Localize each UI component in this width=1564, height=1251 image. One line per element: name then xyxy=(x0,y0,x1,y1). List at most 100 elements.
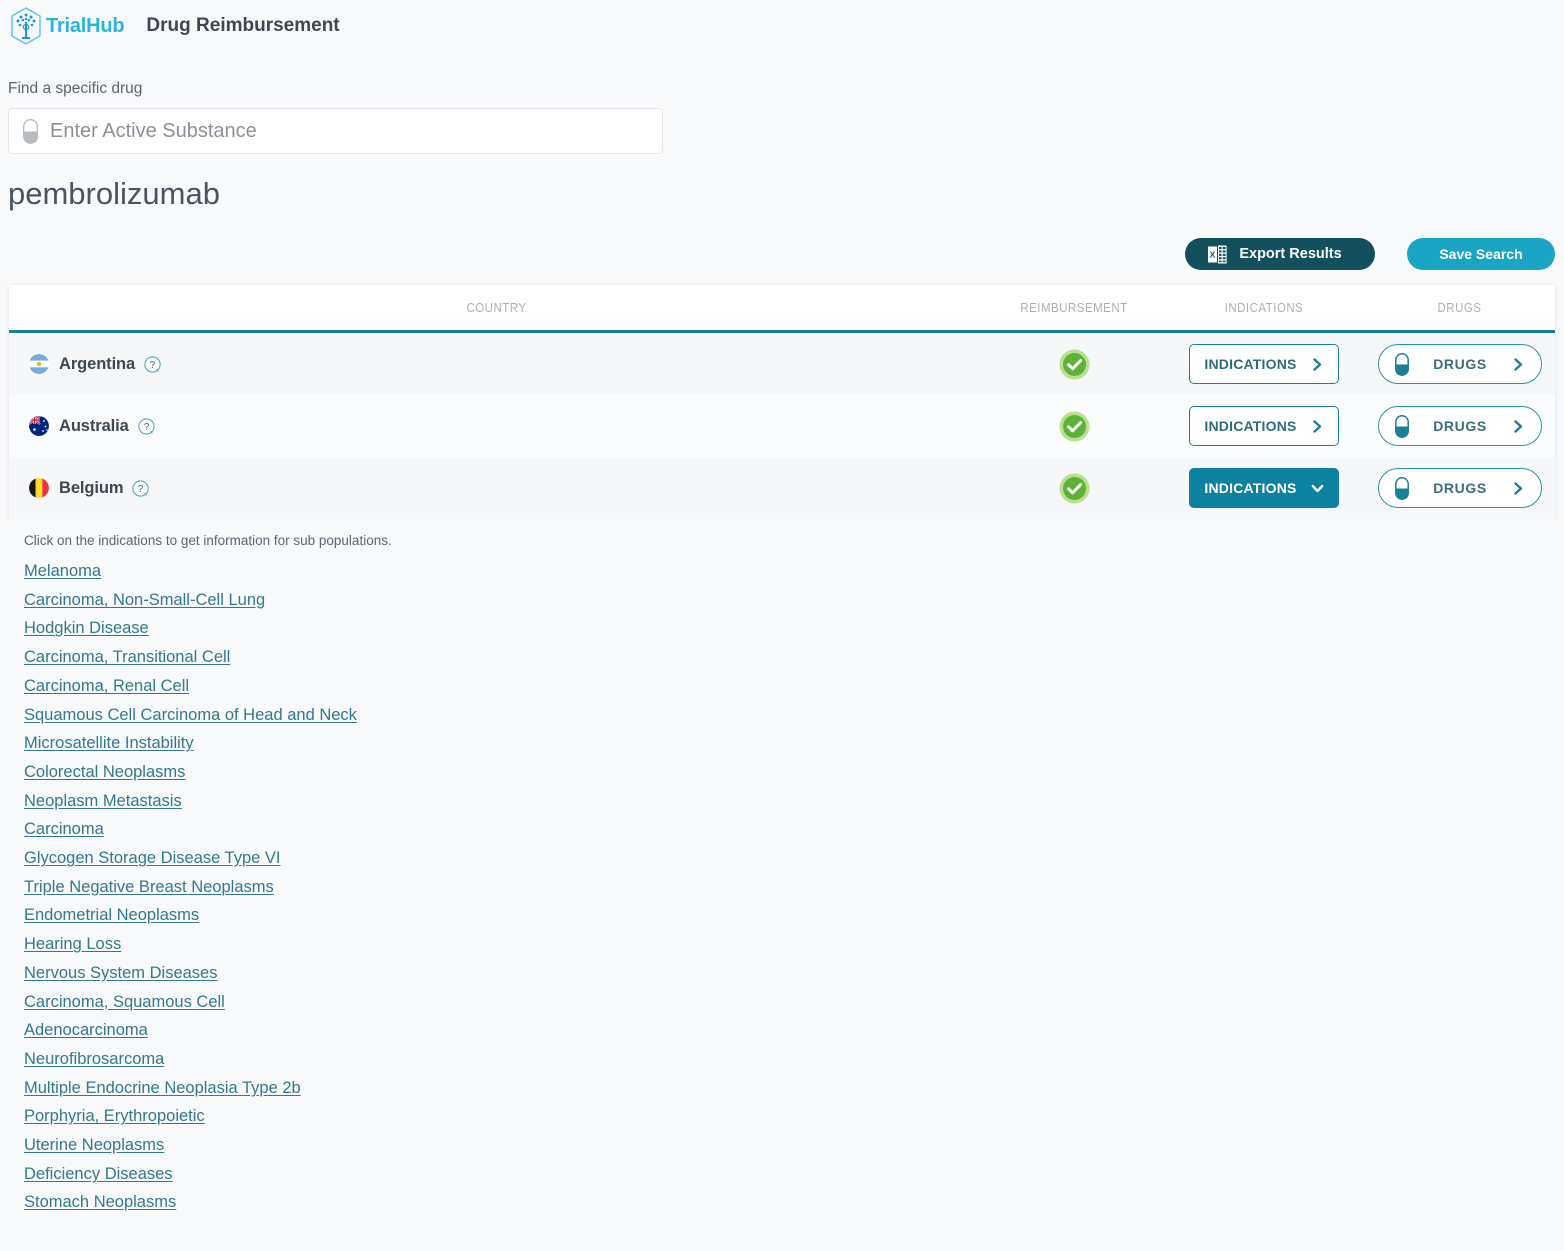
export-results-label: Export Results xyxy=(1239,246,1341,262)
svg-text:X: X xyxy=(1210,249,1216,259)
drugs-button[interactable]: DRUGS xyxy=(1378,344,1542,384)
indications-button[interactable]: INDICATIONS xyxy=(1189,406,1339,446)
pill-capsule-icon xyxy=(23,119,38,144)
list-item[interactable]: Deficiency Diseases xyxy=(24,1160,173,1189)
list-item[interactable]: Carcinoma, Non-Small-Cell Lung xyxy=(24,586,265,615)
indications-button[interactable]: INDICATIONS xyxy=(1189,344,1339,384)
search-label: Find a specific drug xyxy=(8,80,1564,98)
reimbursement-cell xyxy=(984,411,1164,442)
svg-text:?: ? xyxy=(143,422,149,433)
list-item[interactable]: Neoplasm Metastasis xyxy=(24,787,182,816)
list-item[interactable]: Porphyria, Erythropoietic xyxy=(24,1102,205,1131)
column-header-reimbursement: REIMBURSEMENT xyxy=(995,300,1153,315)
list-item[interactable]: Hearing Loss xyxy=(24,930,121,959)
list-item[interactable]: Hodgkin Disease xyxy=(24,614,149,643)
page-title: Drug Reimbursement xyxy=(146,15,339,37)
svg-text:?: ? xyxy=(138,484,144,495)
indications-button-label: INDICATIONS xyxy=(1204,480,1296,496)
flag-australia xyxy=(29,416,49,436)
app-header: TrialHub Drug Reimbursement xyxy=(0,0,1564,52)
indications-button-active[interactable]: INDICATIONS xyxy=(1189,468,1339,508)
chevron-down-icon xyxy=(1311,482,1324,495)
svg-text:?: ? xyxy=(150,360,156,371)
list-item[interactable]: Melanoma xyxy=(24,557,101,586)
indications-cell: INDICATIONS xyxy=(1164,344,1364,384)
trialhub-tree-hex-icon xyxy=(8,6,44,46)
drugs-button[interactable]: DRUGS xyxy=(1378,406,1542,446)
list-item[interactable]: Carcinoma, Transitional Cell xyxy=(24,643,230,672)
country-cell: Argentina ? xyxy=(9,354,984,374)
reimbursed-check-icon xyxy=(1059,411,1090,442)
pill-capsule-icon xyxy=(1395,353,1409,376)
list-item[interactable]: Triple Negative Breast Neoplasms xyxy=(24,873,274,902)
list-item[interactable]: Squamous Cell Carcinoma of Head and Neck xyxy=(24,701,357,730)
country-name: Belgium xyxy=(59,479,123,498)
question-mark-icon[interactable]: ? xyxy=(132,480,149,497)
excel-file-icon: X xyxy=(1208,245,1227,264)
table-header-row: COUNTRY REIMBURSEMENT INDICATIONS DRUGS xyxy=(9,285,1555,333)
list-item[interactable]: Uterine Neoplasms xyxy=(24,1131,164,1160)
reimbursement-cell xyxy=(984,473,1164,504)
question-mark-icon[interactable]: ? xyxy=(144,356,161,373)
country-cell: Belgium ? xyxy=(9,478,984,498)
table-row[interactable]: Argentina ? INDICATIONS xyxy=(9,333,1555,395)
drugs-cell: DRUGS xyxy=(1364,406,1555,446)
save-search-button[interactable]: Save Search xyxy=(1407,238,1555,270)
list-item[interactable]: Carcinoma, Squamous Cell xyxy=(24,988,225,1017)
indications-expanded-panel: Click on the indications to get informat… xyxy=(0,519,1564,1217)
brand-name: TrialHub xyxy=(46,15,124,38)
pill-capsule-icon xyxy=(1395,415,1409,438)
brand-logo[interactable]: TrialHub xyxy=(8,6,124,46)
list-item[interactable]: Glycogen Storage Disease Type VI xyxy=(24,844,281,873)
chevron-right-icon xyxy=(1311,420,1324,433)
drugs-cell: DRUGS xyxy=(1364,468,1555,508)
chevron-right-icon xyxy=(1512,420,1525,433)
list-item[interactable]: Multiple Endocrine Neoplasia Type 2b xyxy=(24,1074,301,1103)
indications-hint: Click on the indications to get informat… xyxy=(24,533,1564,548)
question-mark-icon[interactable]: ? xyxy=(138,418,155,435)
indications-button-label: INDICATIONS xyxy=(1204,418,1296,434)
indications-button-label: INDICATIONS xyxy=(1204,356,1296,372)
drugs-button-label: DRUGS xyxy=(1433,480,1487,496)
flag-belgium xyxy=(29,478,49,498)
column-header-indications: INDICATIONS xyxy=(1176,300,1352,315)
chevron-right-icon xyxy=(1311,358,1324,371)
reimbursed-check-icon xyxy=(1059,349,1090,380)
list-item[interactable]: Adenocarcinoma xyxy=(24,1016,148,1045)
drugs-button-label: DRUGS xyxy=(1433,418,1487,434)
chevron-right-icon xyxy=(1512,482,1525,495)
results-toolbar: X Export Results Save Search xyxy=(0,237,1564,271)
list-item[interactable]: Microsatellite Instability xyxy=(24,729,194,758)
indications-cell: INDICATIONS xyxy=(1164,406,1364,446)
drugs-button[interactable]: DRUGS xyxy=(1378,468,1542,508)
column-header-country: COUNTRY xyxy=(68,300,926,315)
flag-argentina xyxy=(29,354,49,374)
list-item[interactable]: Carcinoma xyxy=(24,815,104,844)
country-cell: Australia ? xyxy=(9,416,984,436)
reimbursed-check-icon xyxy=(1059,473,1090,504)
search-placeholder-text: Enter Active Substance xyxy=(50,120,257,143)
drugs-cell: DRUGS xyxy=(1364,344,1555,384)
list-item[interactable]: Carcinoma, Renal Cell xyxy=(24,672,189,701)
column-header-drugs: DRUGS xyxy=(1375,300,1543,315)
table-row[interactable]: Belgium ? INDICATIONS xyxy=(9,457,1555,519)
reimbursement-cell xyxy=(984,349,1164,380)
list-item[interactable]: Colorectal Neoplasms xyxy=(24,758,185,787)
results-table: COUNTRY REIMBURSEMENT INDICATIONS DRUGS … xyxy=(9,285,1555,519)
table-row[interactable]: Australia ? INDICATIONS xyxy=(9,395,1555,457)
list-item[interactable]: Endometrial Neoplasms xyxy=(24,901,199,930)
search-section: Find a specific drug Enter Active Substa… xyxy=(0,52,1564,154)
country-name: Argentina xyxy=(59,355,135,374)
list-item[interactable]: Nervous System Diseases xyxy=(24,959,217,988)
indications-cell: INDICATIONS xyxy=(1164,468,1364,508)
list-item[interactable]: Neurofibrosarcoma xyxy=(24,1045,164,1074)
search-input[interactable]: Enter Active Substance xyxy=(8,108,663,154)
list-item[interactable]: Stomach Neoplasms xyxy=(24,1188,176,1217)
indications-list: Melanoma Carcinoma, Non-Small-Cell Lung … xyxy=(24,557,1564,1217)
drug-name-heading: pembrolizumab xyxy=(0,176,1564,212)
drugs-button-label: DRUGS xyxy=(1433,356,1487,372)
export-results-button[interactable]: X Export Results xyxy=(1185,238,1375,270)
pill-capsule-icon xyxy=(1395,477,1409,500)
country-name: Australia xyxy=(59,417,129,436)
chevron-right-icon xyxy=(1512,358,1525,371)
